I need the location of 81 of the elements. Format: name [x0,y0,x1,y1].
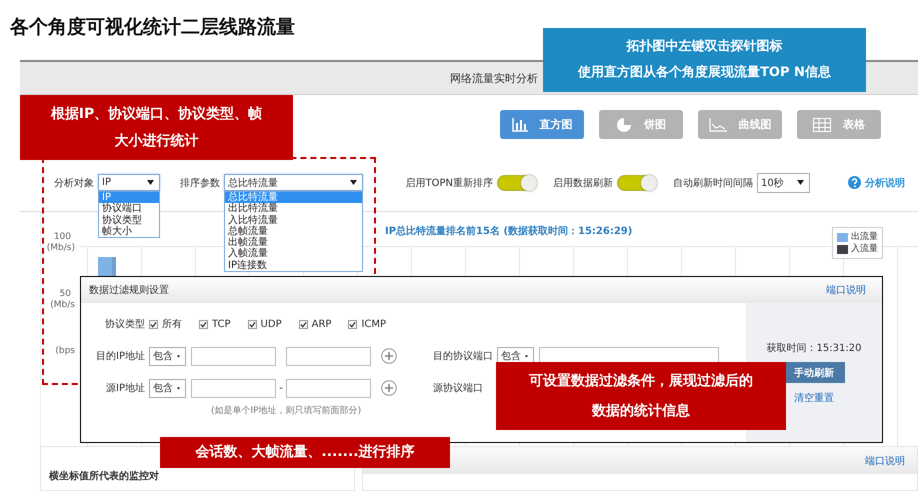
caret-icon [525,354,528,358]
table-icon [813,118,831,132]
add-icon [381,348,397,364]
check-icon [300,320,307,328]
line-chart-icon [708,118,726,132]
checkbox-label: ARP [312,318,332,330]
toggle-label: 启用数据刷新 [553,176,613,190]
field-label: 分析对象 [54,176,94,190]
toggle-label: 启用TOPN重新排序 [406,176,493,190]
axis-label: 50 [60,289,71,300]
dropdown[interactable]: IP [98,174,160,191]
page-title: 各个角度可视化统计二层线路流量 [8,15,296,40]
dropdown-option[interactable]: 出帧流量 [225,237,362,248]
checkbox-label: 所有 [162,318,182,331]
checkbox-label: UDP [260,318,282,330]
field-label: 目的IP地址 [95,350,146,363]
legend-label: 出流量 [851,231,878,243]
dropdown[interactable]: 10秒 [757,172,810,192]
toggle-switch[interactable] [617,174,657,190]
panel-title: 横坐标值所代表的监控对 [49,471,159,482]
input-field[interactable] [286,346,371,366]
help-icon [848,176,861,189]
fetch-time: 获取时间：15:31:20 [766,342,862,355]
checkbox[interactable] [248,320,257,328]
check-icon [200,320,207,328]
refresh-button[interactable]: 手动刷新 [783,362,845,383]
add-icon [381,380,397,396]
input-field[interactable] [191,346,276,366]
field-label: 自动刷新时间间隔 [673,176,753,190]
checkbox[interactable] [149,320,158,328]
dropdown-option[interactable]: IP连接数 [225,260,362,272]
legend-label: 入流量 [851,243,878,255]
pie-chart-icon [616,116,632,132]
callout-note: 会话数、大帧流量、.......进行排序 [160,437,450,468]
dropdown-option[interactable]: 协议端口 [99,203,159,215]
dropdown-option[interactable]: 总帧流量 [225,226,362,238]
axis-unit: (Mb/s) [46,243,75,254]
checkbox[interactable] [199,320,208,328]
check-icon [248,320,256,328]
dropdown-option[interactable]: 帧大小 [99,226,159,238]
caret-icon [797,180,804,185]
callout-note: 可设置数据过滤条件，展现过滤后的 数据的统计信息 [496,362,786,430]
dropdown-option[interactable]: 出比特流量 [225,203,362,215]
callout-note: 根据IP、协议端口、协议类型、帧 大小进行统计 [20,95,293,160]
dropdown-option[interactable]: 入比特流量 [225,214,362,226]
toggle-switch[interactable] [497,174,537,190]
axis-unit: (Mb/s [50,300,75,311]
field-label: 源协议端口 [433,382,484,395]
checkbox-label: ICMP [361,318,386,330]
input-field[interactable] [286,378,371,398]
checkbox-label: TCP [212,318,231,330]
reset-link[interactable]: 清空重置 [794,391,834,405]
dropdown-option[interactable]: 协议类型 [99,214,159,226]
dropdown[interactable]: 总比特流量 [224,174,363,191]
bar-chart-icon [512,118,528,132]
hint-text: (如是单个IP地址，则只填写前面部分) [211,404,362,417]
field-label: 排序参数 [180,176,220,190]
dropdown[interactable]: 包含 [149,346,186,366]
caret-icon [350,180,357,185]
dialog-title: 数据过滤规则设置 [89,284,169,297]
dropdown-option[interactable]: 入帧流量 [225,248,362,260]
port-help-link[interactable]: 端口说明 [865,454,905,468]
field-label: 目的协议端口 [433,350,494,363]
check-icon [349,320,356,328]
caret-icon [147,180,154,185]
axis-unit: (bps [55,346,75,357]
dropdown[interactable]: 包含 [149,378,186,398]
caret-icon [177,354,180,358]
caret-icon [177,386,180,390]
chart-title: IP总比特流量排名前15名 (数据获取时间：15:26:29) [385,224,634,238]
app-title: 网络流量实时分析 [450,70,538,86]
field-label: 源IP地址 [105,382,146,395]
checkbox[interactable] [298,320,308,328]
input-field[interactable] [191,378,276,398]
check-icon [150,320,157,328]
range-separator: - [278,382,284,394]
checkbox[interactable] [348,320,358,328]
field-label: 协议类型 [104,318,146,331]
callout-note: 拓扑图中左键双击探针图标 使用直方图从各个角度展现流量TOP N信息 [543,28,866,92]
port-help-link[interactable]: 端口说明 [826,283,866,297]
axis-label: 100 [54,232,71,243]
